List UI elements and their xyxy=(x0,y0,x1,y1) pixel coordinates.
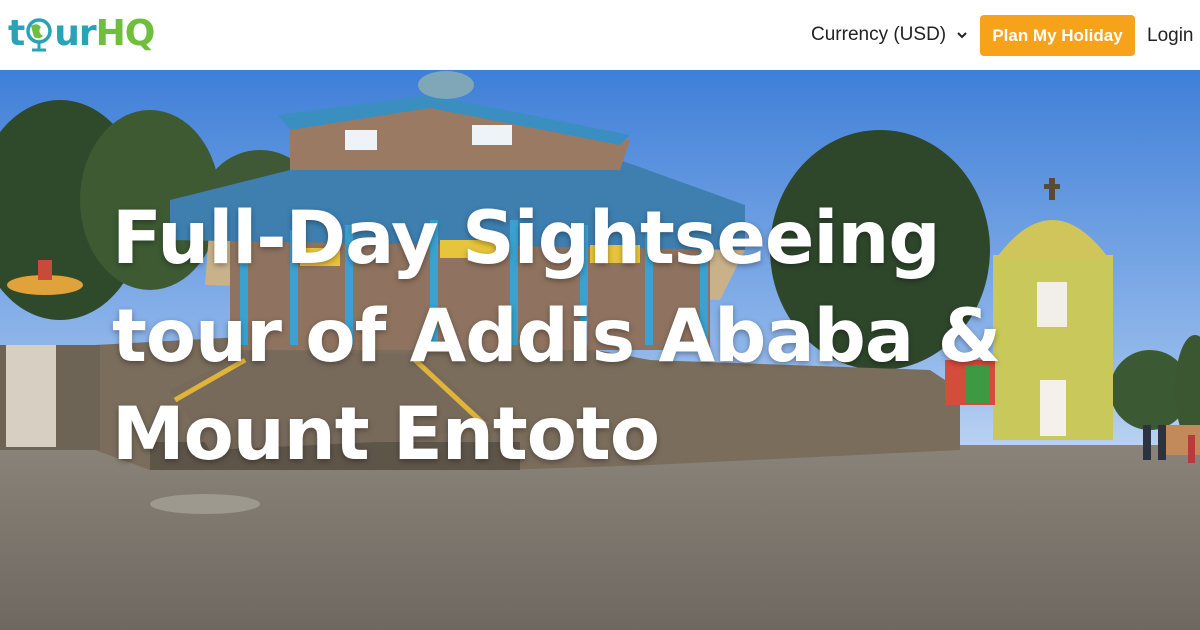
plan-my-holiday-button[interactable]: Plan My Holiday xyxy=(980,15,1135,56)
chevron-down-icon xyxy=(957,32,967,39)
currency-selector[interactable]: Currency (USD) xyxy=(811,24,968,46)
login-link[interactable]: Login xyxy=(1147,25,1194,47)
globe-icon xyxy=(26,18,52,52)
tourhq-logo[interactable]: t ur HQ xyxy=(8,11,156,57)
tour-title: Full-Day Sightseeing tour of Addis Ababa… xyxy=(112,196,1001,477)
hero-banner: Full-Day Sightseeing tour of Addis Ababa… xyxy=(0,70,1200,630)
logo-text-part2: ur xyxy=(54,13,96,54)
currency-label: Currency (USD) xyxy=(811,24,947,45)
logo-text-part3: HQ xyxy=(95,13,156,54)
logo-text-part1: t xyxy=(8,13,25,54)
site-header: t ur HQ Currency (USD) Plan My Holiday L… xyxy=(0,0,1200,70)
